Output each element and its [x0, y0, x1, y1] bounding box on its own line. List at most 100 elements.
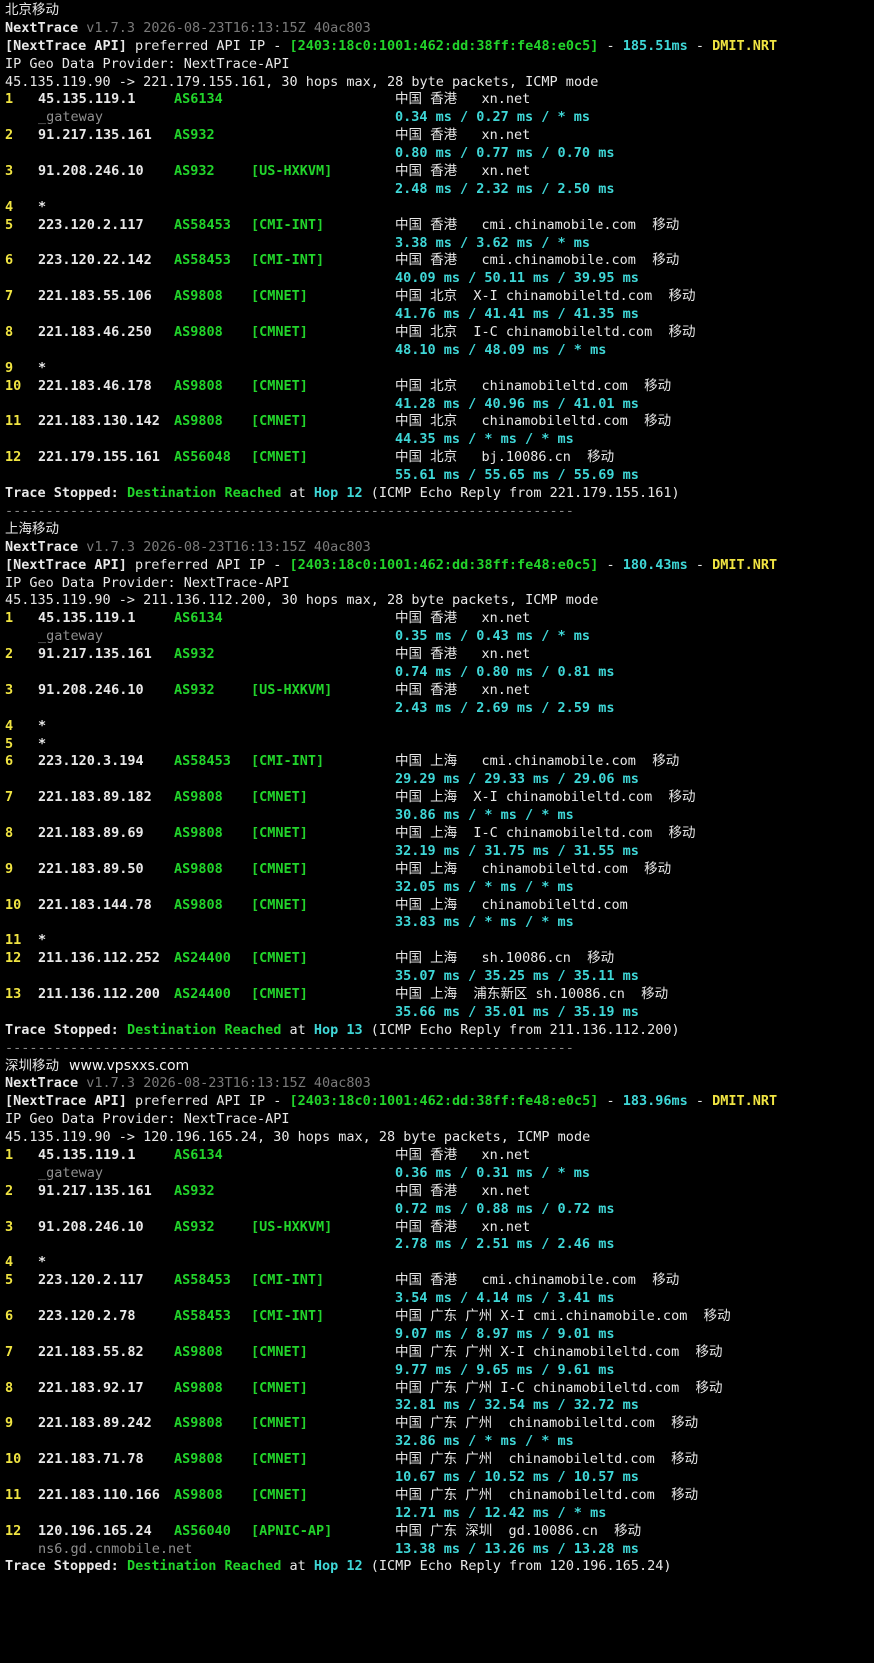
hop-number: 8 [5, 824, 14, 841]
hop-ip: 221.183.110.166 [38, 1486, 160, 1503]
stop-tail: (ICMP Echo Reply from 211.136.112.200) [362, 1021, 680, 1038]
hop-asn: AS56048 [174, 449, 231, 466]
stop-label: Trace Stopped: [5, 1021, 119, 1038]
hop-rtt: 40.09 ms / 50.11 ms / 39.95 ms [395, 270, 639, 287]
hop-geo: 中国 北京 chinamobileltd.com 移动 [395, 413, 672, 430]
hop-rtt: 41.28 ms / 40.96 ms / 41.01 ms [395, 395, 639, 412]
hop-geo: 中国 北京 bj.10086.cn 移动 [395, 449, 615, 466]
hop-number: 12 [5, 449, 22, 466]
stop-at: at [281, 485, 314, 502]
trace-stopped-line: Trace Stopped: Destination Reached at Ho… [5, 1022, 874, 1040]
hop-tag: [CMNET] [251, 377, 308, 394]
geo-provider: IP Geo Data Provider: NextTrace-API [5, 55, 290, 72]
hop-rtt: 29.29 ms / 29.33 ms / 29.06 ms [395, 771, 639, 788]
geo-provider: IP Geo Data Provider: NextTrace-API [5, 574, 290, 591]
stop-label: Trace Stopped: [5, 1558, 119, 1575]
hop-geo: 中国 北京 I-C chinamobileltd.com 移动 [395, 324, 696, 341]
stop-tail: (ICMP Echo Reply from 221.179.155.161) [362, 485, 680, 502]
hop-rtt: 32.05 ms / * ms / * ms [395, 878, 574, 895]
hop-asn: AS932 [174, 163, 215, 180]
hop-geo: 中国 上海 浦东新区 sh.10086.cn 移动 [395, 985, 669, 1002]
hop-geo: 中国 北京 chinamobileltd.com 移动 [395, 377, 672, 394]
hop-number: 1 [5, 1147, 14, 1163]
hop-number: 10 [5, 1451, 22, 1468]
hop-asn: AS24400 [174, 985, 231, 1002]
hop-row: 4 * [5, 1254, 874, 1272]
hop-asn: AS9808 [174, 1486, 223, 1503]
hop-tag: [US-HXKVM] [251, 681, 333, 698]
api-latency: 183.96ms [622, 1093, 688, 1110]
hop-rtt: 35.66 ms / 35.01 ms / 35.19 ms [395, 1003, 639, 1020]
hop-asn: AS6134 [174, 91, 223, 108]
hop-tag: [CMNET] [251, 1486, 308, 1503]
hop-row: 3 91.208.246.10 AS932 [US-HXKVM] 中国 香港 xn.ne… [5, 682, 874, 700]
version-text: v1.7.3 2026-08-23T16:13:15Z 40ac803 [86, 538, 371, 555]
hop-number: 11 [5, 1486, 22, 1503]
hop-hostname: _gateway [38, 109, 104, 126]
hop-ip: 223.120.2.117 [38, 216, 144, 233]
hop-number: 4 [5, 717, 14, 734]
hop-number: 12 [5, 950, 22, 967]
hop-detail-row: 33.83 ms / * ms / * ms [5, 914, 874, 932]
hop-row: 12 120.196.165.24 AS56040 [APNIC-AP] 中国 广东 深… [5, 1523, 874, 1541]
hop-ip: 91.208.246.10 [38, 163, 144, 180]
hop-tag: [CMNET] [251, 1451, 308, 1468]
hop-row: 2 91.217.135.161 AS932 中国 香港 xn.net [5, 127, 874, 145]
hop-tag: [CMNET] [251, 896, 308, 913]
hop-geo: 中国 香港 xn.net [395, 1218, 531, 1235]
hop-asn: AS932 [174, 1218, 215, 1235]
hop-number: 10 [5, 896, 22, 913]
hop-ip: 223.120.22.142 [38, 252, 152, 269]
hop-number: 5 [5, 735, 14, 752]
geo-provider-line: IP Geo Data Provider: NextTrace-API [5, 56, 874, 74]
hop-timeout: * [38, 717, 47, 734]
hop-rtt: 9.07 ms / 8.97 ms / 9.01 ms [395, 1325, 615, 1342]
hop-detail-row: 9.77 ms / 9.65 ms / 9.61 ms [5, 1362, 874, 1380]
hop-rtt: 41.76 ms / 41.41 ms / 41.35 ms [395, 306, 639, 323]
hop-row: 10 221.183.71.78 AS9808 [CMNET] 中国 广东 广州 chi… [5, 1451, 874, 1469]
hop-row: 1 45.135.119.1 AS6134 中国 香港 xn.net [5, 91, 874, 109]
hop-detail-row: 0.72 ms / 0.88 ms / 0.72 ms [5, 1201, 874, 1219]
hop-detail-row: 2.48 ms / 2.32 ms / 2.50 ms [5, 181, 874, 199]
hop-row: 6 223.120.22.142 AS58453 [CMI-INT] 中国 香港 cmi… [5, 252, 874, 270]
api-dash2: - [687, 1093, 713, 1110]
hop-row: 7 221.183.55.82 AS9808 [CMNET] 中国 广东 广州 X-I … [5, 1344, 874, 1362]
hop-row: 3 91.208.246.10 AS932 [US-HXKVM] 中国 香港 xn.ne… [5, 163, 874, 181]
hop-number: 7 [5, 1343, 14, 1360]
hop-tag: [CMI-INT] [251, 753, 325, 770]
hop-detail-row: 32.19 ms / 31.75 ms / 31.55 ms [5, 843, 874, 861]
hop-number: 2 [5, 1182, 14, 1199]
app-name: NextTrace [5, 19, 79, 36]
hop-tag: [CMNET] [251, 985, 308, 1002]
hop-row: 10 221.183.46.178 AS9808 [CMNET] 中国 北京 china… [5, 378, 874, 396]
hop-row: 8 221.183.46.250 AS9808 [CMNET] 中国 北京 I-C ch… [5, 324, 874, 342]
hop-ip: 211.136.112.200 [38, 985, 160, 1002]
hop-ip: 221.183.144.78 [38, 896, 152, 913]
api-dash2: - [687, 37, 713, 54]
separator-line: ----------------------------------------… [5, 503, 874, 521]
hop-number: 7 [5, 789, 14, 806]
hop-detail-row: 55.61 ms / 55.65 ms / 55.69 ms [5, 467, 874, 485]
hop-row: 12 211.136.112.252 AS24400 [CMNET] 中国 上海 sh.… [5, 950, 874, 968]
hop-asn: AS932 [174, 127, 215, 144]
hop-detail-row: ns6.gd.cnmobile.net 13.38 ms / 13.26 ms /… [5, 1541, 874, 1559]
hop-geo: 中国 香港 xn.net [395, 610, 531, 627]
hop-asn: AS56040 [174, 1522, 231, 1539]
hop-row: 7 221.183.55.106 AS9808 [CMNET] 中国 北京 X-I ch… [5, 288, 874, 306]
hop-geo: 中国 上海 sh.10086.cn 移动 [395, 950, 615, 967]
hop-tag: [CMI-INT] [251, 1308, 325, 1325]
route-text: 45.135.119.90 -> 211.136.112.200, 30 hop… [5, 592, 599, 609]
separator-line: ----------------------------------------… [5, 1040, 874, 1058]
hop-ip: 221.183.89.69 [38, 824, 144, 841]
hop-row: 8 221.183.89.69 AS9808 [CMNET] 中国 上海 I-C chi… [5, 825, 874, 843]
hop-number: 3 [5, 681, 14, 698]
version-text: v1.7.3 2026-08-23T16:13:15Z 40ac803 [86, 1075, 371, 1092]
hop-detail-row: 3.54 ms / 4.14 ms / 3.41 ms [5, 1290, 874, 1308]
hop-geo: 中国 广东 广州 chinamobileltd.com 移动 [395, 1486, 699, 1503]
hop-detail-row: 3.38 ms / 3.62 ms / * ms [5, 235, 874, 253]
api-node: DMIT.NRT [712, 556, 778, 573]
hop-asn: AS9808 [174, 377, 223, 394]
api-line: [NextTrace API] preferred API IP - [2403… [5, 1093, 874, 1111]
hop-row: 11 * [5, 932, 874, 950]
hop-tag: [US-HXKVM] [251, 163, 333, 180]
